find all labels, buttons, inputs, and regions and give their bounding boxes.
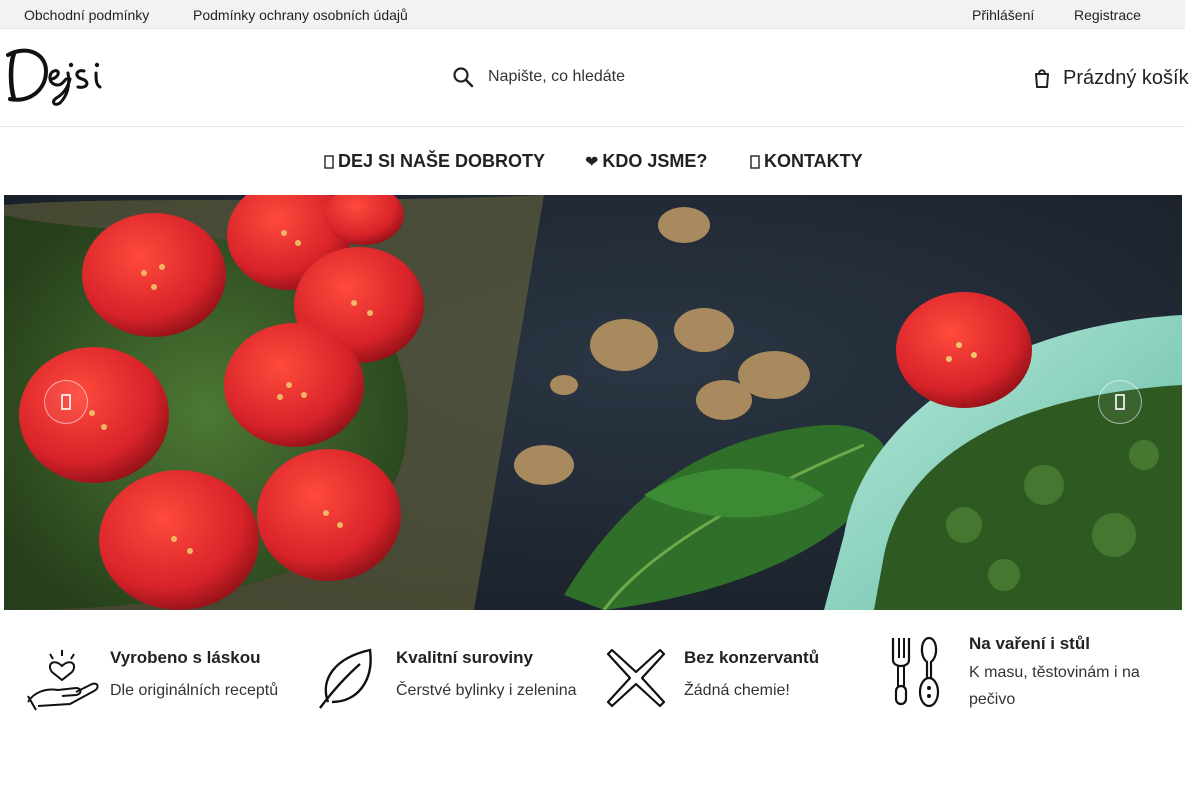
login-link[interactable]: Přihlášení <box>972 7 1034 23</box>
slider-next-button[interactable] <box>1098 380 1142 424</box>
feature-subtitle: Žádná chemie! <box>684 682 790 699</box>
nav-item-label: KDO JSME? <box>602 151 708 171</box>
nav-item-products[interactable]: DEJ SI NAŠE DOBROTY <box>324 151 545 172</box>
phone-icon <box>750 154 760 169</box>
heart-hand-icon <box>27 650 99 711</box>
feature-love: Vyrobeno s láskou Dle originálních recep… <box>24 640 278 716</box>
privacy-link[interactable]: Podmínky ochrany osobních údajů <box>193 7 408 23</box>
feature-cooking: Na vaření i stůl K masu, těstovinám i na… <box>883 634 1169 713</box>
feature-subtitle: K masu, těstovinám i na pečivo <box>969 664 1140 708</box>
search-placeholder[interactable]: Napište, co hledáte <box>488 68 625 86</box>
features-row: Vyrobeno s láskou Dle originálních recep… <box>0 630 1185 730</box>
nav-item-about[interactable]: ❤ KDO JSME? <box>585 151 707 172</box>
slider-prev-button[interactable] <box>44 380 88 424</box>
feature-subtitle: Dle originálních receptů <box>110 682 279 699</box>
nav-item-contacts[interactable]: KONTAKTY <box>750 151 863 172</box>
feature-subtitle: Čerstvé bylinky i zelenina <box>396 682 577 699</box>
cart-label: Prázdný košík <box>1063 66 1189 89</box>
feature-quality: Kvalitní suroviny Čerstvé bylinky i zele… <box>310 640 577 716</box>
chevron-left-icon <box>61 394 71 410</box>
chevron-right-icon <box>1115 394 1125 410</box>
site-header: Napište, co hledáte Prázdný košík <box>0 29 1189 127</box>
terms-link[interactable]: Obchodní podmínky <box>24 7 149 23</box>
leaf-icon <box>319 648 372 709</box>
cutlery-icon <box>891 636 940 708</box>
search-box[interactable]: Napište, co hledáte <box>452 63 625 91</box>
feature-title: Vyrobeno s láskou <box>110 648 261 667</box>
feature-title: Bez konzervantů <box>684 648 820 667</box>
hero-image <box>4 195 1182 610</box>
search-icon[interactable] <box>452 66 474 88</box>
cart-icon <box>1035 69 1049 88</box>
feature-title: Kvalitní suroviny <box>396 648 533 667</box>
list-icon <box>324 154 334 169</box>
top-utility-bar: Obchodní podmínky Podmínky ochrany osobn… <box>0 0 1185 29</box>
main-navigation: DEJ SI NAŠE DOBROTY ❤ KDO JSME? KONTAKTY <box>0 127 1185 195</box>
register-link[interactable]: Registrace <box>1074 7 1141 23</box>
cross-icon <box>606 648 666 708</box>
site-logo[interactable] <box>4 41 112 107</box>
feature-title: Na vaření i stůl <box>969 634 1090 653</box>
nav-item-label: KONTAKTY <box>764 151 863 171</box>
heart-icon: ❤ <box>585 153 599 171</box>
cart-button[interactable]: Prázdný košík <box>1033 63 1189 93</box>
nav-item-label: DEJ SI NAŠE DOBROTY <box>338 151 546 171</box>
hero-slider <box>4 195 1182 610</box>
feature-no-preservatives: Bez konzervantů Žádná chemie! <box>598 640 819 716</box>
